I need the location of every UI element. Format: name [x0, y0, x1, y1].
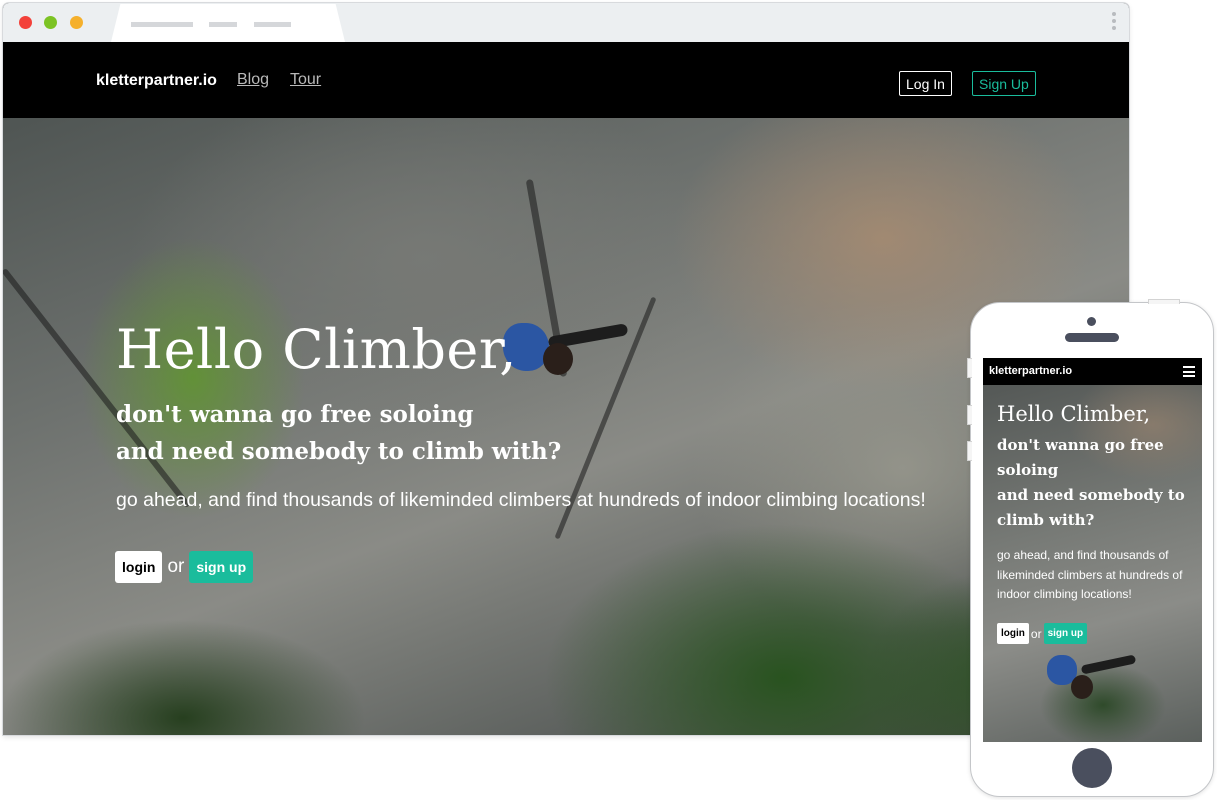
mobile-hero-description: go ahead, and find thousands of likemind…: [997, 548, 1183, 601]
phone-camera: [1087, 317, 1096, 326]
signup-button[interactable]: Sign Up: [972, 71, 1036, 96]
hero-description: go ahead, and find thousands of likemind…: [116, 489, 926, 511]
phone-power-button: [1148, 299, 1180, 304]
phone-mockup: kletterpartner.io Hello Climber, don't w…: [967, 299, 1214, 797]
nav-link-blog[interactable]: Blog: [237, 71, 269, 89]
phone-side-button: [967, 405, 972, 425]
phone-speaker: [1065, 333, 1119, 342]
mobile-login-button[interactable]: login: [997, 623, 1029, 644]
browser-chrome: [3, 3, 1129, 42]
close-window-button[interactable]: [19, 16, 32, 29]
phone-home-button[interactable]: [1072, 748, 1112, 788]
mobile-hero-subtitle: don't wanna go free soloing and need som…: [997, 436, 1185, 529]
hero-login-button[interactable]: login: [115, 551, 163, 583]
mobile-signup-button[interactable]: sign up: [1043, 623, 1088, 644]
climber-image: [1071, 675, 1093, 699]
login-button[interactable]: Log In: [899, 71, 952, 96]
hero-background-detail: [3, 267, 191, 509]
tab-title-placeholder: [131, 22, 193, 27]
tab-title-placeholder: [209, 22, 237, 27]
maximize-window-button[interactable]: [70, 16, 83, 29]
climber-image: [1080, 654, 1137, 675]
mobile-hero-section: Hello Climber, don't wanna go free soloi…: [983, 385, 1202, 742]
hero-subtitle-line: don't wanna go free soloing: [116, 401, 474, 428]
mobile-hero-actions: login or sign up: [997, 623, 1088, 644]
mobile-or-separator: or: [1030, 626, 1042, 641]
top-navbar: kletterpartner.io Blog Tour Log In Sign …: [3, 42, 1129, 118]
mobile-brand-logo[interactable]: kletterpartner.io: [989, 365, 1072, 377]
browser-tab[interactable]: [111, 4, 345, 42]
hamburger-menu-icon[interactable]: [1183, 366, 1195, 380]
phone-side-button: [967, 358, 972, 378]
climber-image: [543, 343, 573, 375]
hero-subtitle-line: and need somebody to climb with?: [116, 438, 562, 465]
hero-subtitle: don't wanna go free soloing and need som…: [116, 396, 561, 470]
hero-title: Hello Climber,: [116, 318, 517, 381]
mobile-navbar: kletterpartner.io: [983, 358, 1202, 385]
brand-logo[interactable]: kletterpartner.io: [96, 72, 217, 90]
hero-signup-button[interactable]: sign up: [189, 551, 254, 583]
hero-section: Hello Climber, don't wanna go free soloi…: [3, 118, 1129, 735]
or-separator: or: [167, 556, 185, 577]
phone-side-button: [967, 441, 972, 461]
nav-link-tour[interactable]: Tour: [290, 71, 321, 89]
mobile-hero-title: Hello Climber,: [997, 402, 1151, 426]
page-viewport: kletterpartner.io Blog Tour Log In Sign …: [3, 42, 1129, 735]
browser-window: kletterpartner.io Blog Tour Log In Sign …: [3, 3, 1129, 735]
phone-screen: kletterpartner.io Hello Climber, don't w…: [983, 358, 1202, 742]
tab-title-placeholder: [254, 22, 291, 27]
hero-actions: login or sign up: [115, 551, 254, 583]
kebab-menu-icon[interactable]: [1111, 12, 1117, 33]
minimize-window-button[interactable]: [44, 16, 57, 29]
